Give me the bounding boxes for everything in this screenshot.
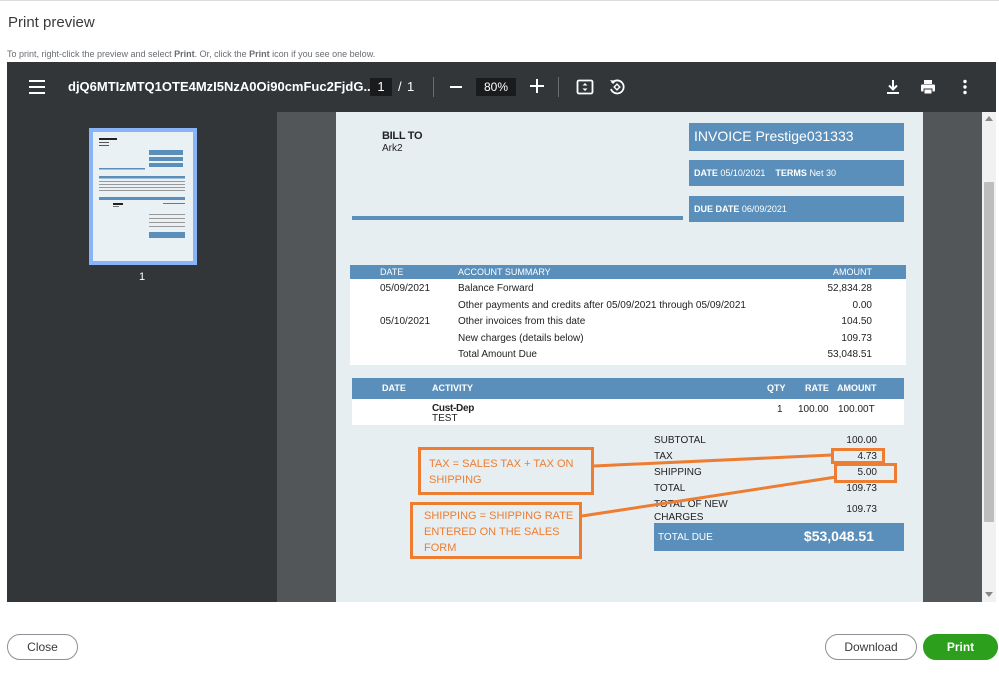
thumbnail-pane: 1 [7,112,277,602]
thumbnail-preview [99,138,185,238]
toolbar-divider [558,77,559,97]
hint-bold-1: Print [174,49,195,59]
page-thumbnail[interactable] [89,128,197,265]
invoice-page: BILL TO Ark2 INVOICE Prestige031333 DATE… [336,112,923,602]
file-name: djQ6MTIzMTQ1OTE4MzI5NzA0Oi90cmFuc2FjdG..… [68,79,375,94]
download-button[interactable]: Download [825,634,917,660]
hint-text-2: . Or, click the [194,49,250,59]
tax-arrow [593,453,833,468]
scroll-thumb[interactable] [984,182,994,522]
scroll-up-arrow[interactable] [985,116,993,121]
rotate-icon[interactable] [607,77,627,97]
zoom-input[interactable]: 80% [476,78,516,96]
hint-text-1: To print, right-click the preview and se… [7,49,175,59]
pdf-toolbar: djQ6MTIzMTQ1OTE4MzI5NzA0Oi90cmFuc2FjdG..… [7,62,996,112]
close-button[interactable]: Close [7,634,78,660]
zoom-out-button[interactable] [450,86,462,88]
fit-page-icon[interactable] [575,77,595,97]
hint-text-3: icon if you see one below. [269,49,376,59]
download-icon[interactable] [883,77,903,97]
print-hint: To print, right-click the preview and se… [7,49,375,59]
dialog-title: Print preview [8,14,95,31]
print-icon[interactable] [918,77,938,97]
page-number-input[interactable]: 1 [370,78,392,96]
scroll-down-arrow[interactable] [985,592,993,597]
zoom-in-button[interactable] [530,79,544,93]
menu-icon[interactable] [29,80,45,94]
vertical-scrollbar[interactable] [982,112,996,602]
pdf-viewer: djQ6MTIzMTQ1OTE4MzI5NzA0Oi90cmFuc2FjdG..… [7,62,996,602]
total-pages: 1 [407,79,415,94]
annotation-arrows [581,453,837,518]
more-options-icon[interactable] [955,77,975,97]
toolbar-divider [433,77,434,97]
shipping-arrow [581,475,837,518]
print-button[interactable]: Print [923,634,998,660]
thumbnail-label: 1 [138,271,146,283]
page-separator: / [398,79,402,94]
top-divider [0,0,999,1]
hint-bold-2: Print [249,49,270,59]
